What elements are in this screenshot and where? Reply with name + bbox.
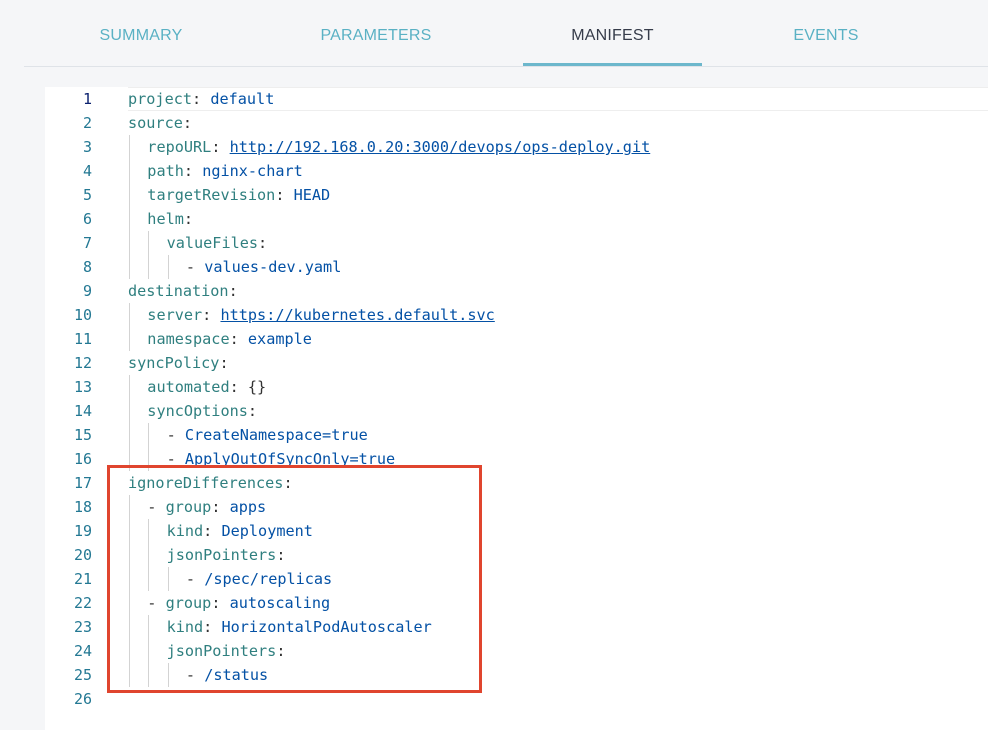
code-line: server: https://kubernetes.default.svc xyxy=(147,306,495,324)
yaml-key: project xyxy=(128,90,193,108)
code-line: source: xyxy=(128,114,193,132)
line-number: 9 xyxy=(82,282,92,300)
yaml-key: valueFiles xyxy=(166,234,259,252)
line-number: 15 xyxy=(73,426,92,444)
yaml-value-link[interactable]: https://kubernetes.default.svc xyxy=(220,306,494,324)
code-line: namespace: example xyxy=(147,330,312,348)
line-number: 11 xyxy=(73,330,92,348)
yaml-value: nginx-chart xyxy=(202,162,303,180)
line-number: 24 xyxy=(73,642,92,660)
yaml-key: server xyxy=(147,306,203,324)
code-line: repoURL: http://192.168.0.20:3000/devops… xyxy=(147,138,651,156)
line-number: 13 xyxy=(73,378,92,396)
code-line: syncOptions: xyxy=(147,402,258,420)
yaml-key: repoURL xyxy=(147,138,212,156)
tab-divider xyxy=(24,66,988,67)
indent-guide xyxy=(167,255,169,279)
line-number: 7 xyxy=(82,234,92,252)
tab-manifest[interactable]: MANIFEST xyxy=(523,0,702,66)
line-number: 18 xyxy=(73,498,92,516)
line-number: 20 xyxy=(73,546,92,564)
tab-summary[interactable]: SUMMARY xyxy=(70,0,212,66)
line-number: 26 xyxy=(73,690,92,708)
yaml-key: targetRevision xyxy=(147,186,276,204)
indent-guide xyxy=(148,231,150,279)
yaml-key: automated xyxy=(147,378,230,396)
code-line: - CreateNamespace=true xyxy=(166,426,368,444)
code-line: - values-dev.yaml xyxy=(185,258,342,276)
yaml-value: values-dev.yaml xyxy=(204,258,342,276)
tab-parameters[interactable]: PARAMETERS xyxy=(305,0,447,66)
line-number: 14 xyxy=(73,402,92,420)
line-number: 25 xyxy=(73,666,92,684)
line-number: 16 xyxy=(73,450,92,468)
yaml-key: helm xyxy=(147,210,184,228)
code-line: syncPolicy: xyxy=(128,354,229,372)
line-number: 1 xyxy=(82,90,92,108)
line-number: 17 xyxy=(73,474,92,492)
line-number: 4 xyxy=(82,162,92,180)
yaml-key: source xyxy=(128,114,183,132)
indent-guide xyxy=(129,135,130,279)
line-number: 8 xyxy=(82,258,92,276)
code-line: path: nginx-chart xyxy=(147,162,303,180)
yaml-value: {} xyxy=(247,378,267,396)
yaml-key: syncOptions xyxy=(147,402,248,420)
line-number: 2 xyxy=(82,114,92,132)
line-number: 5 xyxy=(82,186,92,204)
yaml-key: destination xyxy=(128,282,229,300)
indent-guide xyxy=(129,303,130,351)
line-number: 6 xyxy=(82,210,92,228)
yaml-value: default xyxy=(210,90,275,108)
code-line: helm: xyxy=(147,210,194,228)
yaml-value: HEAD xyxy=(293,186,331,204)
code-line: targetRevision: HEAD xyxy=(147,186,331,204)
code-line: valueFiles: xyxy=(166,234,268,252)
yaml-value-link[interactable]: http://192.168.0.20:3000/devops/ops-depl… xyxy=(230,138,651,156)
indent-guide xyxy=(129,375,130,471)
yaml-value: CreateNamespace=true xyxy=(184,426,368,444)
tab-events[interactable]: EVENTS xyxy=(755,0,897,66)
yaml-key: namespace xyxy=(147,330,230,348)
tab-bar: SUMMARY PARAMETERS MANIFEST EVENTS xyxy=(0,0,988,66)
line-number: 21 xyxy=(73,570,92,588)
ignore-differences-highlight-box xyxy=(107,465,482,693)
line-number: 3 xyxy=(82,138,92,156)
line-number: 12 xyxy=(73,354,92,372)
yaml-value: example xyxy=(247,330,312,348)
indent-guide xyxy=(148,423,150,471)
yaml-key: path xyxy=(147,162,184,180)
code-line: destination: xyxy=(128,282,238,300)
line-number: 22 xyxy=(73,594,92,612)
code-line: automated: {} xyxy=(147,378,267,396)
yaml-key: syncPolicy xyxy=(128,354,220,372)
code-line: project: default xyxy=(128,90,275,108)
line-number: 19 xyxy=(73,522,92,540)
line-number: 23 xyxy=(73,618,92,636)
line-number: 10 xyxy=(73,306,92,324)
